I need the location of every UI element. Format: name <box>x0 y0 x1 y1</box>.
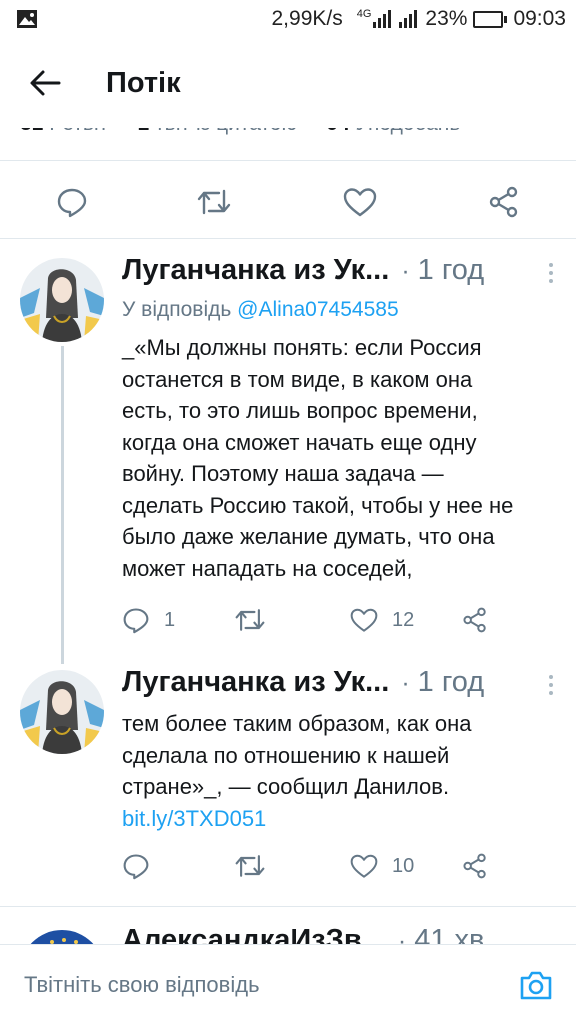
divider <box>0 238 576 239</box>
like-icon <box>350 608 378 632</box>
like-icon <box>350 854 378 878</box>
reply-content: Луганчанка из Ук... · 1 год тем более та… <box>122 666 556 834</box>
reply-icon <box>123 608 149 634</box>
reply-compose-bar[interactable]: Твітніть свою відповідь <box>0 944 576 1024</box>
back-arrow-icon <box>30 70 61 96</box>
avatar[interactable] <box>20 670 104 754</box>
share-icon <box>463 607 486 633</box>
battery-icon <box>473 10 508 28</box>
reply-icon <box>123 854 149 880</box>
reply-icon <box>57 188 87 218</box>
retweet-button[interactable] <box>234 600 280 640</box>
reply-input[interactable]: Твітніть свою відповідь <box>24 972 518 998</box>
like-button[interactable]: 12 <box>350 600 414 640</box>
mention-link[interactable]: @Alina07454585 <box>237 298 398 321</box>
share-button[interactable] <box>462 846 488 886</box>
author-name[interactable]: АлександкаИзЗв... <box>122 924 386 944</box>
like-button[interactable] <box>336 176 384 228</box>
back-button[interactable] <box>0 38 90 128</box>
reply-button[interactable] <box>122 846 164 886</box>
clock: 09:03 <box>513 7 566 30</box>
more-button[interactable] <box>536 258 566 288</box>
top-app-bar: Потік <box>0 38 576 128</box>
battery-percent: 23% <box>425 7 468 30</box>
author-name[interactable]: Луганчанка из Ук... <box>122 254 389 287</box>
camera-button[interactable] <box>518 967 554 1003</box>
reply-content: АлександкаИзЗв... · 41 хв <box>122 924 556 944</box>
tweet-text: _«Мы должны понять: если Россия останетс… <box>122 335 514 581</box>
avatar[interactable] <box>20 930 104 944</box>
tweet-text: тем более таким образом, как она сделала… <box>122 711 472 799</box>
reply-button[interactable] <box>48 176 96 228</box>
main-tweet-actions <box>0 176 576 228</box>
avatar-image <box>20 258 104 342</box>
separator-dot: · <box>397 927 407 944</box>
like-button[interactable]: 10 <box>350 846 414 886</box>
replying-label: У відповідь <box>122 298 232 321</box>
more-icon <box>549 675 553 695</box>
reply-content: Луганчанка из Ук... · 1 год У відповідь … <box>122 254 556 584</box>
like-count: 10 <box>392 854 415 877</box>
reply-count: 1 <box>164 608 176 631</box>
like-count: 12 <box>392 608 415 631</box>
like-icon <box>343 188 377 217</box>
share-button[interactable] <box>462 600 488 640</box>
retweet-button[interactable] <box>234 846 280 886</box>
more-icon <box>549 263 553 283</box>
retweet-icon <box>235 609 265 631</box>
retweet-icon <box>235 855 265 877</box>
timestamp: 1 год <box>417 254 485 286</box>
signal-icon <box>373 10 392 28</box>
author-name[interactable]: Луганчанка из Ук... <box>122 666 389 699</box>
network-speed: 2,99K/s <box>271 7 343 30</box>
more-button[interactable] <box>536 670 566 700</box>
reply-tweet[interactable]: АлександкаИзЗв... · 41 хв <box>0 906 576 944</box>
separator-dot: · <box>401 669 410 697</box>
divider <box>0 160 576 161</box>
retweet-button[interactable] <box>190 176 238 228</box>
reply-actions: 1 12 <box>122 600 502 640</box>
timestamp: 41 хв <box>414 924 485 944</box>
camera-icon <box>520 971 552 999</box>
thread-line <box>61 346 64 664</box>
page-title: Потік <box>106 66 181 99</box>
avatar[interactable] <box>20 258 104 342</box>
avatar-image <box>20 670 104 754</box>
image-icon <box>17 10 37 28</box>
avatar-image <box>20 930 104 944</box>
status-bar: 2,99K/s 4G 23% 09:03 <box>0 0 576 38</box>
network-type: 4G <box>356 8 372 20</box>
share-icon <box>489 186 518 218</box>
reply-button[interactable]: 1 <box>122 600 175 640</box>
share-icon <box>463 853 486 879</box>
tweet-link[interactable]: bit.ly/3TXD051 <box>122 803 556 835</box>
retweet-icon <box>197 189 231 215</box>
signal-icon <box>399 10 418 28</box>
replying-to: У відповідь @Alina07454585 <box>122 298 556 322</box>
separator-dot: · <box>401 257 410 285</box>
reply-actions: 10 <box>122 846 502 886</box>
share-button[interactable] <box>480 176 528 228</box>
timestamp: 1 год <box>417 666 485 698</box>
